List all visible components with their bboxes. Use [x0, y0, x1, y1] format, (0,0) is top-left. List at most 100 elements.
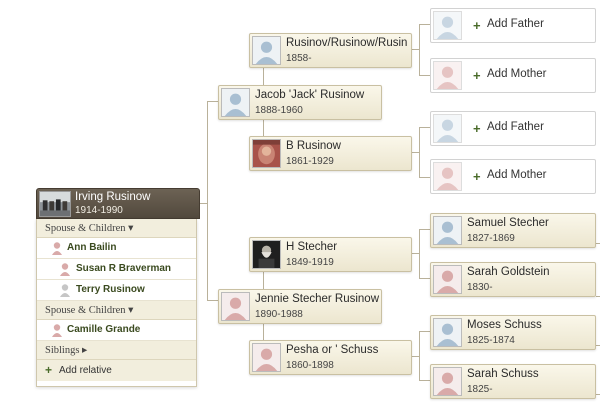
- list-item[interactable]: Terry Rusinow: [37, 280, 196, 301]
- female-silhouette-icon: [252, 343, 281, 372]
- connector: [207, 101, 208, 301]
- focus-person-card[interactable]: Irving Rusinow 1914-1990: [36, 188, 200, 219]
- connector: [419, 229, 420, 279]
- person-name: H Stecher: [286, 241, 338, 253]
- photo-thumbnail: [252, 139, 281, 168]
- relative-name: Susan R Braverman: [76, 263, 172, 274]
- photo-thumbnail: [252, 240, 281, 269]
- female-silhouette-icon: [433, 367, 462, 396]
- person-name: Moses Schuss: [467, 319, 542, 331]
- connector: [596, 243, 600, 244]
- female-silhouette-icon: [221, 292, 250, 321]
- family-panel: Spouse & Children ▾ Ann Bailin Susan R B…: [36, 219, 197, 387]
- add-father-button[interactable]: + Add Father: [430, 111, 596, 146]
- relative-name: Ann Bailin: [67, 242, 117, 253]
- mother-card[interactable]: Jennie Stecher Rusinow 1890-1988: [218, 289, 382, 324]
- connector: [207, 300, 218, 301]
- person-name: Sarah Schuss: [467, 368, 539, 380]
- connector: [263, 270, 264, 290]
- female-silhouette-icon: [433, 61, 462, 90]
- person-years: 1888-1960: [255, 105, 303, 116]
- add-father-label: Add Father: [487, 121, 544, 133]
- connector: [419, 278, 430, 279]
- person-name: Samuel Stecher: [467, 217, 549, 229]
- add-mother-label: Add Mother: [487, 169, 547, 181]
- great-grandmother-card[interactable]: Sarah Schuss 1825-: [430, 364, 596, 399]
- connector: [419, 331, 430, 332]
- connector: [419, 127, 430, 128]
- add-mother-label: Add Mother: [487, 68, 547, 80]
- great-grandfather-card[interactable]: Moses Schuss 1825-1874: [430, 315, 596, 350]
- person-name: Rusinov/Rusinow/Rusin: [286, 37, 408, 49]
- male-silhouette-icon: [221, 88, 250, 117]
- connector: [263, 66, 264, 86]
- person-name: Pesha or ' Schuss: [286, 344, 379, 356]
- person-years: 1861-1929: [286, 156, 334, 167]
- photo-thumbnail: [39, 191, 71, 217]
- list-item[interactable]: Camille Grande: [37, 320, 196, 341]
- connector: [419, 331, 420, 381]
- grandmother-card[interactable]: Pesha or ' Schuss 1860-1898: [249, 340, 412, 375]
- male-silhouette-icon: [252, 36, 281, 65]
- female-silhouette-icon: [433, 265, 462, 294]
- plus-icon: +: [45, 363, 53, 377]
- male-silhouette-icon: [433, 216, 462, 245]
- connector: [263, 118, 264, 136]
- add-father-label: Add Father: [487, 18, 544, 30]
- person-years: 1827-1869: [467, 233, 515, 244]
- person-name: B Rusinow: [286, 140, 341, 152]
- great-grandfather-card[interactable]: Samuel Stecher 1827-1869: [430, 213, 596, 248]
- connector: [419, 177, 430, 178]
- person-years: 1825-: [467, 384, 493, 395]
- connector: [596, 296, 600, 297]
- female-silhouette-icon: [433, 162, 462, 191]
- connector: [419, 229, 430, 230]
- person-years: 1825-1874: [467, 335, 515, 346]
- male-silhouette-icon: [433, 114, 462, 143]
- female-icon: [59, 262, 71, 276]
- person-name: Jacob 'Jack' Rusinow: [255, 89, 365, 101]
- person-years: 1890-1988: [255, 309, 303, 320]
- great-grandmother-card[interactable]: Sarah Goldstein 1830-: [430, 262, 596, 297]
- connector: [419, 380, 430, 381]
- male-silhouette-icon: [433, 318, 462, 347]
- add-relative-label: Add relative: [59, 365, 112, 376]
- plus-icon: +: [473, 18, 481, 33]
- spouse-children-header[interactable]: Spouse & Children ▾: [37, 219, 196, 238]
- person-years: 1849-1919: [286, 257, 334, 268]
- connector: [596, 345, 600, 346]
- plus-icon: +: [473, 121, 481, 136]
- plus-icon: +: [473, 169, 481, 184]
- person-name: Sarah Goldstein: [467, 266, 550, 278]
- relative-name: Terry Rusinow: [76, 284, 145, 295]
- plus-icon: +: [473, 68, 481, 83]
- person-years: 1914-1990: [75, 205, 123, 216]
- person-name: Jennie Stecher Rusinow: [255, 293, 380, 305]
- person-years: 1858-: [286, 53, 312, 64]
- person-years: 1830-: [467, 282, 493, 293]
- person-name: Irving Rusinow: [75, 191, 151, 203]
- father-card[interactable]: Jacob 'Jack' Rusinow 1888-1960: [218, 85, 382, 120]
- connector: [419, 127, 420, 178]
- add-mother-button[interactable]: + Add Mother: [430, 159, 596, 194]
- list-item[interactable]: Susan R Braverman: [37, 259, 196, 280]
- grandfather-card[interactable]: Rusinov/Rusinow/Rusin 1858-: [249, 33, 412, 68]
- male-silhouette-icon: [433, 11, 462, 40]
- connector: [419, 24, 420, 76]
- connector: [596, 394, 600, 395]
- female-icon: [51, 323, 63, 337]
- connector: [207, 101, 218, 102]
- spouse-children-header[interactable]: Spouse & Children ▾: [37, 301, 196, 320]
- connector: [419, 24, 430, 25]
- grandfather-card[interactable]: H Stecher 1849-1919: [249, 237, 412, 272]
- list-item[interactable]: Ann Bailin: [37, 238, 196, 259]
- grandmother-card[interactable]: B Rusinow 1861-1929: [249, 136, 412, 171]
- siblings-header[interactable]: Siblings ▸: [37, 341, 196, 360]
- add-relative-button[interactable]: + Add relative: [37, 360, 196, 381]
- add-mother-button[interactable]: + Add Mother: [430, 58, 596, 93]
- add-father-button[interactable]: + Add Father: [430, 8, 596, 43]
- female-icon: [51, 241, 63, 255]
- connector: [419, 75, 430, 76]
- person-icon: [59, 283, 71, 297]
- relative-name: Camille Grande: [67, 324, 141, 335]
